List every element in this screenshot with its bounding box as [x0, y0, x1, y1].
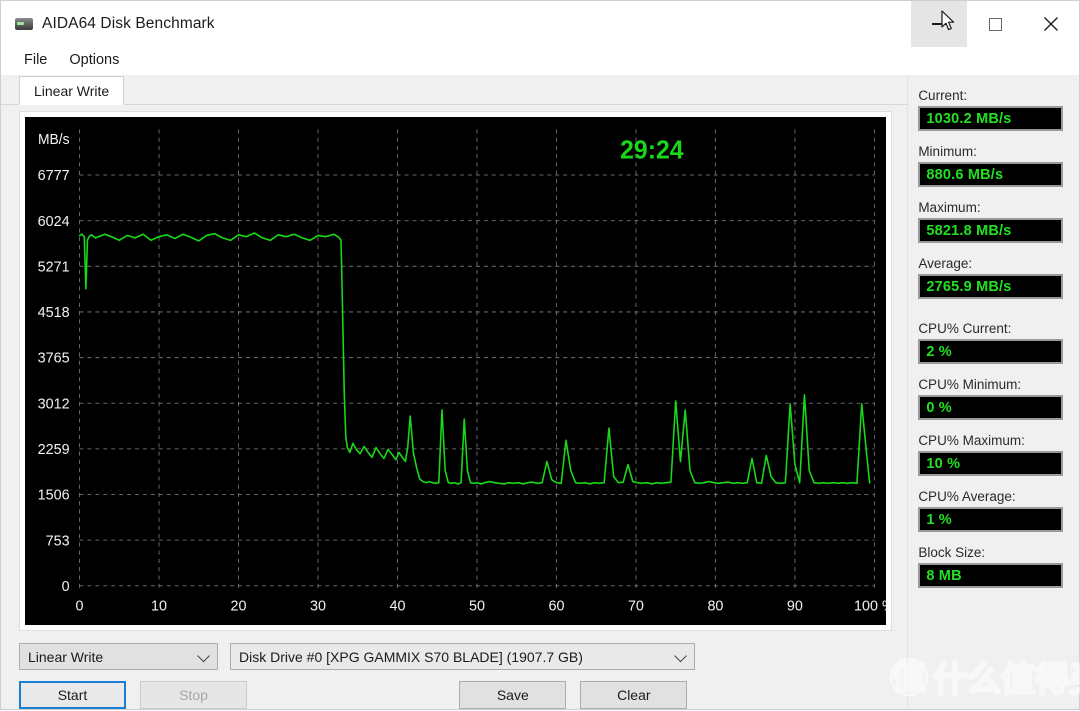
stat-label-current: Current: — [918, 88, 968, 103]
stat-value-current: 1030.2 MB/s — [918, 106, 1064, 131]
disk-icon — [15, 18, 33, 30]
aida64-disk-benchmark-window: AIDA64 Disk Benchmark File Options Linea… — [0, 0, 1080, 710]
tab-strip: Linear Write — [1, 75, 908, 105]
stat-value-cpu-current: 2 % — [918, 339, 1064, 364]
maximize-icon[interactable] — [967, 1, 1023, 47]
selectors-row: Linear Write Disk Drive #0 [XPG GAMMIX S… — [19, 643, 892, 670]
svg-text:60: 60 — [548, 598, 564, 614]
svg-text:100 %: 100 % — [854, 598, 886, 614]
chevron-down-icon — [674, 649, 687, 662]
stat-label-cpu-maximum: CPU% Maximum: — [918, 433, 1025, 448]
tab-linear-write[interactable]: Linear Write — [19, 76, 125, 105]
svg-text:29:24: 29:24 — [620, 136, 683, 165]
stat-value-cpu-average: 1 % — [918, 507, 1064, 532]
clear-button[interactable]: Clear — [580, 681, 688, 709]
svg-text:5271: 5271 — [38, 259, 70, 275]
svg-text:2259: 2259 — [38, 442, 70, 458]
stat-label-cpu-current: CPU% Current: — [918, 321, 1012, 336]
start-button[interactable]: Start — [19, 681, 126, 709]
panel-divider — [907, 75, 909, 709]
stat-value-cpu-maximum: 10 % — [918, 451, 1064, 476]
svg-text:MB/s: MB/s — [38, 132, 70, 148]
action-buttons-row: Start Stop Save Clear — [19, 681, 892, 709]
svg-text:80: 80 — [707, 598, 723, 614]
svg-text:30: 30 — [310, 598, 326, 614]
benchmark-mode-select[interactable]: Linear Write — [19, 643, 218, 670]
main-body: Linear Write MB/s 0 753 1506 2259 3012 3765 451… — [1, 75, 1080, 709]
mouse-cursor-icon — [941, 10, 955, 31]
stat-value-block-size: 8 MB — [918, 563, 1064, 588]
stat-label-cpu-average: CPU% Average: — [918, 489, 1016, 504]
stat-label-minimum: Minimum: — [918, 144, 977, 159]
stop-button: Stop — [140, 681, 247, 709]
stat-label-cpu-minimum: CPU% Minimum: — [918, 377, 1022, 392]
benchmark-chart: MB/s 0 753 1506 2259 3012 3765 4518 5271 6024 6777… — [25, 117, 887, 625]
svg-text:90: 90 — [787, 598, 803, 614]
menu-bar: File Options — [1, 47, 1079, 75]
svg-text:50: 50 — [469, 598, 485, 614]
close-icon[interactable] — [1023, 1, 1079, 47]
stat-value-average: 2765.9 MB/s — [918, 274, 1064, 299]
menu-item-file[interactable]: File — [13, 50, 58, 71]
svg-text:6024: 6024 — [38, 214, 70, 230]
window-controls — [911, 1, 1079, 47]
stat-label-average: Average: — [918, 256, 973, 271]
svg-text:40: 40 — [389, 598, 405, 614]
disk-drive-select[interactable]: Disk Drive #0 [XPG GAMMIX S70 BLADE] (19… — [230, 643, 695, 670]
statistics-panel: Current: 1030.2 MB/s Minimum: 880.6 MB/s… — [889, 75, 1080, 709]
svg-text:3765: 3765 — [38, 350, 70, 366]
svg-text:4518: 4518 — [38, 305, 70, 321]
menu-item-options[interactable]: Options — [58, 50, 130, 71]
chevron-down-icon — [197, 649, 210, 662]
stat-value-minimum: 880.6 MB/s — [918, 162, 1064, 187]
svg-text:70: 70 — [628, 598, 644, 614]
site-watermark: 值 什么值得买 — [889, 657, 1080, 701]
svg-text:什么值得买: 什么值得买 — [933, 660, 1080, 700]
svg-text:0: 0 — [76, 598, 84, 614]
stat-value-maximum: 5821.8 MB/s — [918, 218, 1064, 243]
stat-label-block-size: Block Size: — [918, 545, 986, 560]
window-title: AIDA64 Disk Benchmark — [42, 15, 215, 32]
svg-text:6777: 6777 — [38, 168, 70, 184]
svg-text:0: 0 — [62, 579, 70, 595]
svg-text:1506: 1506 — [38, 487, 70, 503]
stat-value-cpu-minimum: 0 % — [918, 395, 1064, 420]
svg-text:20: 20 — [231, 598, 247, 614]
stat-label-maximum: Maximum: — [918, 200, 981, 215]
svg-text:3012: 3012 — [38, 396, 70, 412]
benchmark-mode-value: Linear Write — [28, 648, 104, 665]
tab-label: Linear Write — [34, 82, 110, 99]
controls-area: Linear Write Disk Drive #0 [XPG GAMMIX S… — [1, 631, 907, 709]
minimize-icon[interactable] — [911, 1, 967, 47]
svg-text:10: 10 — [151, 598, 167, 614]
benchmark-chart-panel: MB/s 0 753 1506 2259 3012 3765 4518 5271 6024 6777… — [19, 111, 893, 631]
left-pane: Linear Write MB/s 0 753 1506 2259 3012 3765 451… — [1, 75, 908, 709]
save-button[interactable]: Save — [459, 681, 567, 709]
svg-text:753: 753 — [46, 533, 70, 549]
disk-drive-value: Disk Drive #0 [XPG GAMMIX S70 BLADE] (19… — [239, 648, 583, 665]
title-bar: AIDA64 Disk Benchmark — [1, 1, 1079, 47]
